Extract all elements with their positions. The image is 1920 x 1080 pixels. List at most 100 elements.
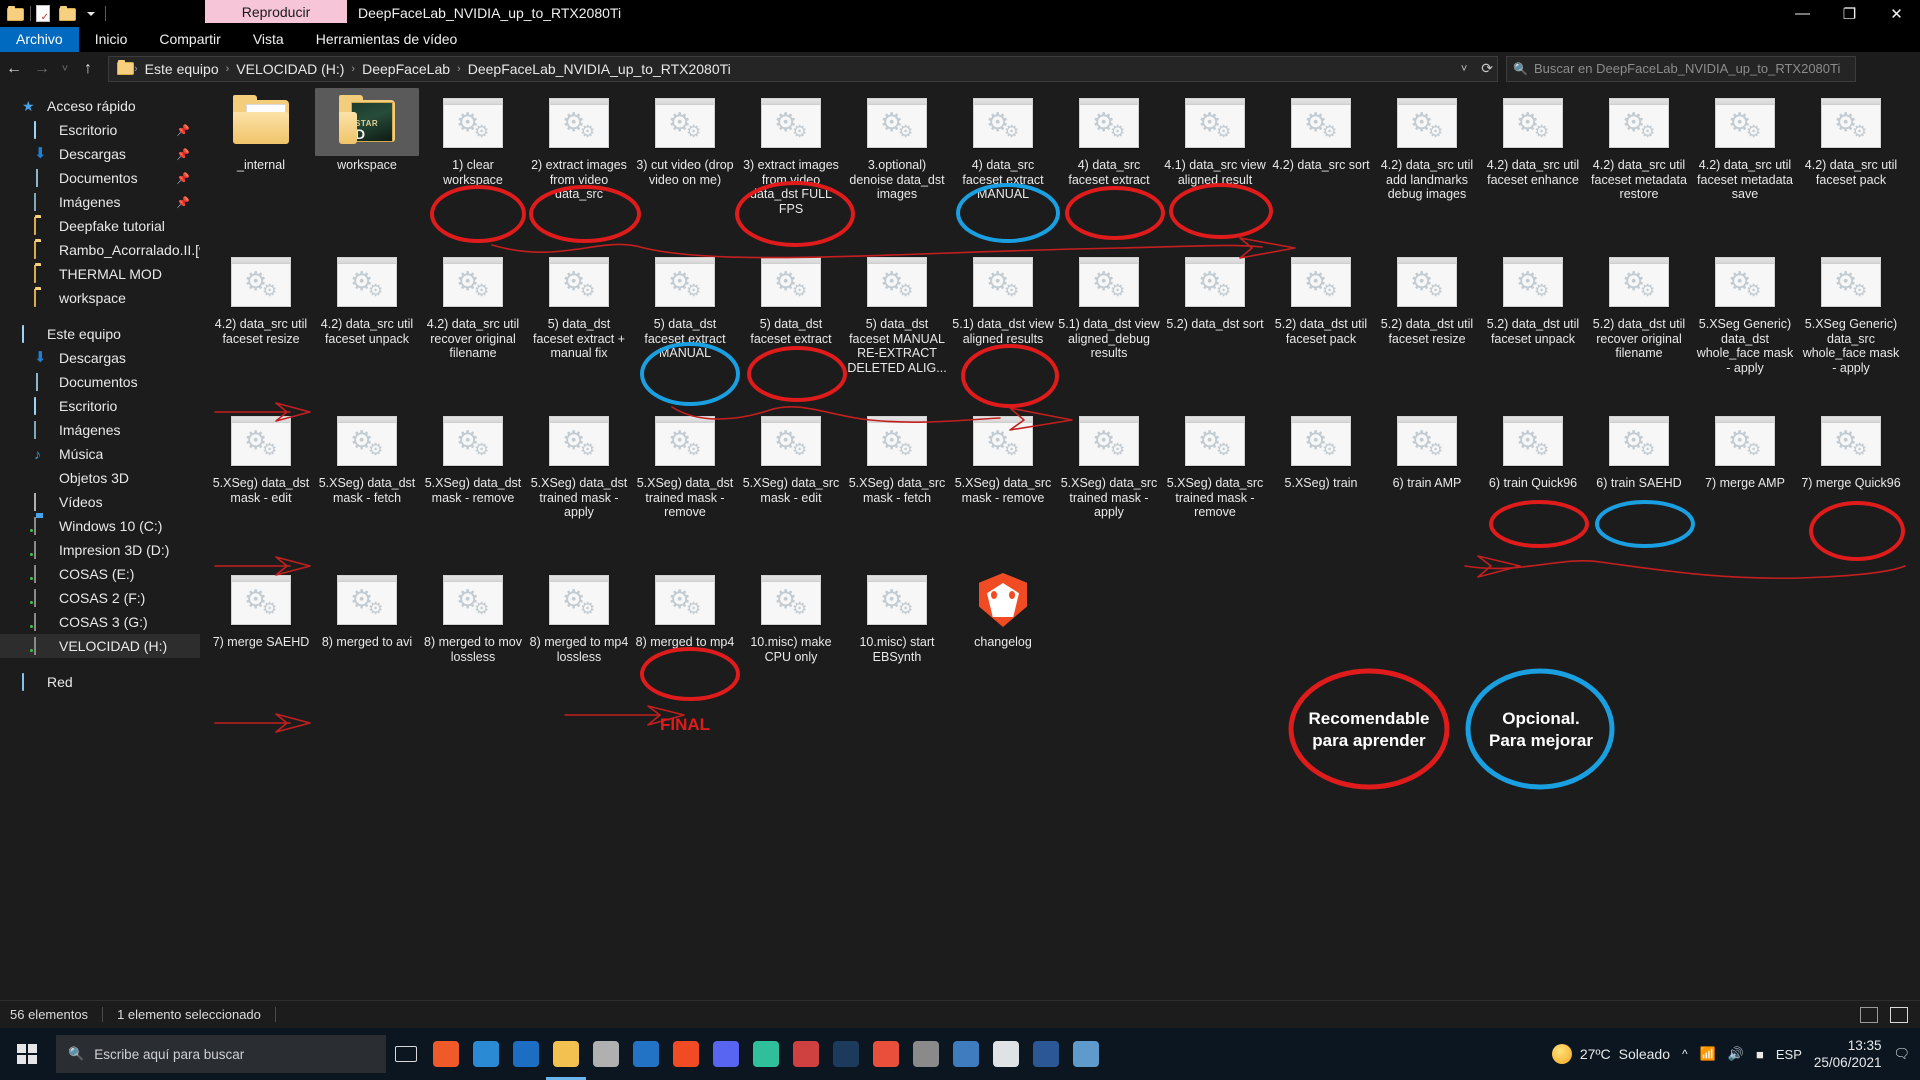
file-item[interactable]: ⚙ ⚙ 5.XSeg) data_dst mask - remove bbox=[420, 412, 526, 505]
breadcrumb-item-este-equipo[interactable]: Este equipo bbox=[138, 61, 226, 77]
file-item[interactable]: ⚙ ⚙ 3) cut video (drop video on me) bbox=[632, 94, 738, 187]
file-item[interactable]: ⚙ ⚙ 3) extract images from video data_dst … bbox=[738, 94, 844, 216]
battery-icon[interactable]: ■ bbox=[1756, 1047, 1764, 1062]
sidebar-item-rambo[interactable]: Rambo_Acorralado.II.[www bbox=[0, 238, 200, 262]
up-button[interactable]: ↑ bbox=[74, 54, 102, 84]
breadcrumb[interactable]: › Este equipo › VELOCIDAD (H:) › DeepFac… bbox=[108, 55, 1498, 82]
file-item[interactable]: ⚙ ⚙ 5.2) data_dst util faceset resize bbox=[1374, 253, 1480, 346]
file-item[interactable]: ⚙ ⚙ 4) data_src faceset extract bbox=[1056, 94, 1162, 187]
volume-icon[interactable]: 🔊 bbox=[1728, 1046, 1744, 1062]
mail-icon[interactable] bbox=[506, 1028, 546, 1080]
sidebar-item-impresion-3d-d[interactable]: Impresion 3D (D:) bbox=[0, 538, 200, 562]
file-item[interactable]: ⚙ ⚙ 5.2) data_dst util faceset unpack bbox=[1480, 253, 1586, 346]
sidebar-item-descargas[interactable]: ⬇ Descargas 📌 bbox=[0, 142, 200, 166]
file-item[interactable]: ⚙ ⚙ 7) merge AMP bbox=[1692, 412, 1798, 491]
file-item[interactable]: ⚙ ⚙ 4.2) data_src util faceset enhance bbox=[1480, 94, 1586, 187]
file-item[interactable]: ⚙ ⚙ 4.2) data_src sort bbox=[1268, 94, 1374, 173]
brave-icon[interactable] bbox=[666, 1028, 706, 1080]
file-item[interactable]: ⚙ ⚙ 5.XSeg Generic) data_dst whole_face ma… bbox=[1692, 253, 1798, 375]
pin-icon[interactable]: 📌 bbox=[176, 196, 190, 209]
search-input[interactable]: 🔍 Buscar en DeepFaceLab_NVIDIA_up_to_RTX… bbox=[1506, 55, 1856, 82]
sidebar-item-deepfake-tutorial[interactable]: Deepfake tutorial bbox=[0, 214, 200, 238]
file-item[interactable]: ⚙ ⚙ 6) train AMP bbox=[1374, 412, 1480, 491]
forward-button[interactable]: → bbox=[28, 54, 56, 84]
sidebar-item-cosas-3-g[interactable]: COSAS 3 (G:) bbox=[0, 610, 200, 634]
file-item[interactable]: ⚙ ⚙ 3.optional) denoise data_dst images bbox=[844, 94, 950, 202]
sidebar-item-windows-c[interactable]: Windows 10 (C:) bbox=[0, 514, 200, 538]
qat-properties-icon[interactable] bbox=[36, 4, 54, 23]
sidebar-item-imagenes-pc[interactable]: Imágenes bbox=[0, 418, 200, 442]
sidebar-item-objetos-3d[interactable]: Objetos 3D bbox=[0, 466, 200, 490]
word-icon[interactable] bbox=[1026, 1028, 1066, 1080]
maximize-button[interactable]: ❐ bbox=[1826, 0, 1873, 27]
taskbar[interactable]: 🔍 Escribe aquí para buscar 27ºC Soleado … bbox=[0, 1028, 1920, 1080]
sidebar-item-descargas-pc[interactable]: ⬇ Descargas bbox=[0, 346, 200, 370]
file-item[interactable]: ⚙ ⚙ 8) merged to mp4 lossless bbox=[526, 571, 632, 664]
file-item[interactable]: ⚙ ⚙ 4.2) data_src util faceset metadata re… bbox=[1586, 94, 1692, 202]
file-item[interactable]: ⚙ ⚙ 5.XSeg Generic) data_src whole_face ma… bbox=[1798, 253, 1904, 375]
close-button[interactable]: ✕ bbox=[1873, 0, 1920, 27]
navigation-pane[interactable]: ★ Acceso rápido Escritorio 📌 ⬇ Descargas… bbox=[0, 88, 200, 1028]
file-item[interactable]: ⚙ ⚙ 5) data_dst faceset extract MANUAL bbox=[632, 253, 738, 361]
tab-inicio[interactable]: Inicio bbox=[79, 27, 144, 52]
file-item[interactable]: ⚙ ⚙ 5.2) data_dst util faceset pack bbox=[1268, 253, 1374, 346]
clock[interactable]: 13:35 25/06/2021 bbox=[1814, 1037, 1882, 1071]
recent-locations-button[interactable]: ˅ bbox=[56, 54, 74, 84]
file-item[interactable]: ⚙ ⚙ 4.2) data_src util faceset metadata sa… bbox=[1692, 94, 1798, 202]
qat-customize-chevron-icon[interactable] bbox=[82, 5, 100, 23]
file-item[interactable]: ⚙ ⚙ 5.XSeg) data_dst trained mask - remove bbox=[632, 412, 738, 520]
pin-icon[interactable]: 📌 bbox=[176, 124, 190, 137]
firefox-icon[interactable] bbox=[426, 1028, 466, 1080]
large-icons-view-icon[interactable] bbox=[1890, 1006, 1908, 1023]
file-item[interactable]: ⚙ ⚙ 10.misc) start EBSynth bbox=[844, 571, 950, 664]
file-item[interactable]: ⚙ ⚙ 5.XSeg) data_src trained mask - apply bbox=[1056, 412, 1162, 520]
sidebar-section-este-equipo[interactable]: Este equipo bbox=[0, 322, 200, 346]
start-button[interactable] bbox=[0, 1028, 54, 1080]
file-item[interactable]: ⚙ ⚙ 2) extract images from video data_src bbox=[526, 94, 632, 202]
edge-icon[interactable] bbox=[466, 1028, 506, 1080]
chevron-up-icon[interactable]: ^ bbox=[1682, 1047, 1688, 1061]
file-item[interactable]: ⚙ ⚙ 5.XSeg) data_src mask - edit bbox=[738, 412, 844, 505]
sidebar-item-videos[interactable]: Vídeos bbox=[0, 490, 200, 514]
app-icon[interactable] bbox=[1066, 1028, 1106, 1080]
tab-herramientas-de-video[interactable]: Herramientas de vídeo bbox=[300, 27, 474, 52]
camera-icon[interactable] bbox=[906, 1028, 946, 1080]
sidebar-section-red[interactable]: Red bbox=[0, 670, 200, 694]
sidebar-item-documentos-pc[interactable]: Documentos bbox=[0, 370, 200, 394]
details-view-icon[interactable] bbox=[1860, 1006, 1878, 1023]
sidebar-item-velocidad-h[interactable]: VELOCIDAD (H:) bbox=[0, 634, 200, 658]
discord-icon[interactable] bbox=[706, 1028, 746, 1080]
file-item[interactable]: ⚙ ⚙ 5.1) data_dst view aligned results bbox=[950, 253, 1056, 346]
file-item[interactable]: ⚙ ⚙ 10.misc) make CPU only bbox=[738, 571, 844, 664]
sidebar-section-acceso-rapido[interactable]: ★ Acceso rápido bbox=[0, 94, 200, 118]
breadcrumb-item-velocidad[interactable]: VELOCIDAD (H:) bbox=[229, 61, 351, 77]
file-item[interactable]: _internal bbox=[208, 94, 314, 173]
sidebar-item-imagenes[interactable]: Imágenes 📌 bbox=[0, 190, 200, 214]
tab-archivo[interactable]: Archivo bbox=[0, 27, 79, 52]
eyedropper-icon[interactable] bbox=[786, 1028, 826, 1080]
file-item[interactable]: ⚙ ⚙ 4.2) data_src util faceset resize bbox=[208, 253, 314, 346]
file-item[interactable]: ⚙ ⚙ 4.1) data_src view aligned result bbox=[1162, 94, 1268, 187]
file-explorer-icon[interactable] bbox=[546, 1028, 586, 1080]
file-item[interactable]: ⚙ ⚙ 5.XSeg) data_src mask - fetch bbox=[844, 412, 950, 505]
rocket-icon[interactable] bbox=[986, 1028, 1026, 1080]
file-item[interactable]: ⚙ ⚙ 4) data_src faceset extract MANUAL bbox=[950, 94, 1056, 202]
file-item[interactable]: ⚙ ⚙ 5) data_dst faceset MANUAL RE-EXTRACT … bbox=[844, 253, 950, 375]
file-item[interactable]: ⚙ ⚙ 5.XSeg) data_dst mask - edit bbox=[208, 412, 314, 505]
file-item[interactable]: ⚙ ⚙ 7) merge Quick96 bbox=[1798, 412, 1904, 491]
network-icon[interactable]: 📶 bbox=[1700, 1046, 1716, 1062]
contextual-tab-reproducir[interactable]: Reproducir bbox=[205, 0, 347, 23]
file-item[interactable]: ⚙ ⚙ 1) clear workspace bbox=[420, 94, 526, 187]
file-item[interactable]: ⚙ ⚙ 5.XSeg) data_dst trained mask - apply bbox=[526, 412, 632, 520]
breadcrumb-dropdown-icon[interactable]: ˅ bbox=[1461, 63, 1467, 75]
qat-folder-icon[interactable] bbox=[7, 5, 25, 23]
outlook-icon[interactable] bbox=[626, 1028, 666, 1080]
calculator-icon[interactable] bbox=[946, 1028, 986, 1080]
file-item[interactable]: ⚙ ⚙ 6) train SAEHD bbox=[1586, 412, 1692, 491]
chrome-icon[interactable] bbox=[866, 1028, 906, 1080]
file-item[interactable]: changelog bbox=[950, 571, 1056, 650]
tab-compartir[interactable]: Compartir bbox=[143, 27, 236, 52]
file-item[interactable]: ⚙ ⚙ 4.2) data_src util recover original fi… bbox=[420, 253, 526, 361]
file-item[interactable]: ⚙ ⚙ 4.2) data_src util faceset unpack bbox=[314, 253, 420, 346]
file-item[interactable]: ⚙ ⚙ 7) merge SAEHD bbox=[208, 571, 314, 650]
